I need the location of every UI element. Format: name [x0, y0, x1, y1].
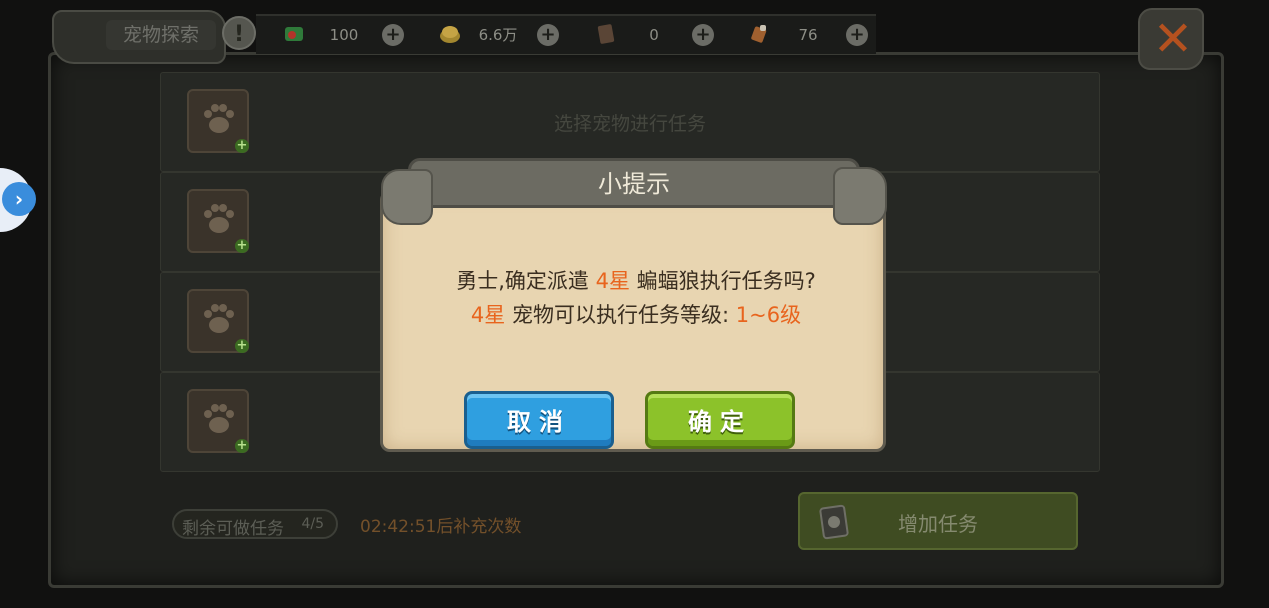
plus-icon[interactable]: + — [382, 24, 404, 46]
add-pet-plus-icon: + — [235, 338, 249, 353]
exclamation-icon[interactable]: ! — [222, 16, 256, 50]
add-pet-plus-icon: + — [235, 238, 249, 253]
dialog-message-line-1: 勇士,确定派遣 4星 蝙蝠狼执行任务吗? — [381, 265, 891, 295]
cancel-button[interactable]: 取消 — [464, 391, 614, 449]
paw-icon — [204, 204, 234, 233]
remaining-label: 剩余可做任务 — [182, 519, 284, 539]
confirm-dialog: 勇士,确定派遣 4星 蝙蝠狼执行任务吗? 4星 宠物可以执行任务等级: 1~6级… — [378, 156, 888, 453]
add-task-label: 增加任务 — [898, 512, 978, 536]
dialog-header: 小提示 — [381, 158, 887, 225]
resource-value: 0 — [649, 26, 659, 44]
pet-slot-button[interactable]: + — [187, 189, 249, 253]
dialog-message-line-2: 4星 宠物可以执行任务等级: 1~6级 — [381, 299, 891, 329]
refill-timer: 02:42:51后补充次数 — [360, 517, 522, 537]
add-task-button[interactable]: 增加任务 — [798, 492, 1078, 550]
plus-icon[interactable]: + — [846, 24, 868, 46]
resource-value: 76 — [798, 26, 818, 44]
remaining-count: 4/5 — [301, 516, 324, 532]
dialog-text: 宠物可以执行任务等级: — [511, 303, 730, 327]
star-level-text: 4星 — [595, 269, 630, 293]
close-x-icon: ✕ — [1152, 11, 1194, 67]
resource-value: 6.6万 — [478, 26, 518, 44]
close-button[interactable]: ✕ — [1138, 8, 1204, 70]
star-level-text: 4星 — [470, 303, 506, 327]
plus-icon[interactable]: + — [537, 24, 559, 46]
pet-slot-button[interactable]: + — [187, 289, 249, 353]
chevron-right-icon: › — [2, 182, 36, 216]
dialog-body: 勇士,确定派遣 4星 蝙蝠狼执行任务吗? 4星 宠物可以执行任务等级: 1~6级… — [380, 190, 886, 452]
green-gem-icon — [285, 27, 303, 41]
pet-slot-button[interactable]: + — [187, 389, 249, 453]
level-range-text: 1~6级 — [735, 303, 802, 327]
dialog-title: 小提示 — [598, 170, 670, 198]
confirm-button[interactable]: 确定 — [645, 391, 795, 449]
page-title: 宠物探索 — [106, 20, 216, 50]
remaining-tasks-pill: 剩余可做任务 4/5 — [172, 509, 338, 539]
resource-bar: 100 + 6.6万 + 0 + 76 + — [256, 14, 876, 54]
side-expand-tab[interactable]: › — [0, 168, 36, 232]
resource-value: 100 — [329, 26, 359, 44]
add-pet-plus-icon: + — [235, 138, 249, 153]
slot-hint-text: 选择宠物进行任务 — [553, 113, 706, 135]
dialog-text: 勇士,确定派遣 — [456, 269, 589, 293]
paw-icon — [204, 304, 234, 333]
add-pet-plus-icon: + — [235, 438, 249, 453]
plus-icon[interactable]: + — [692, 24, 714, 46]
paw-icon — [204, 404, 234, 433]
dialog-text: 蝙蝠狼执行任务吗? — [636, 269, 816, 293]
